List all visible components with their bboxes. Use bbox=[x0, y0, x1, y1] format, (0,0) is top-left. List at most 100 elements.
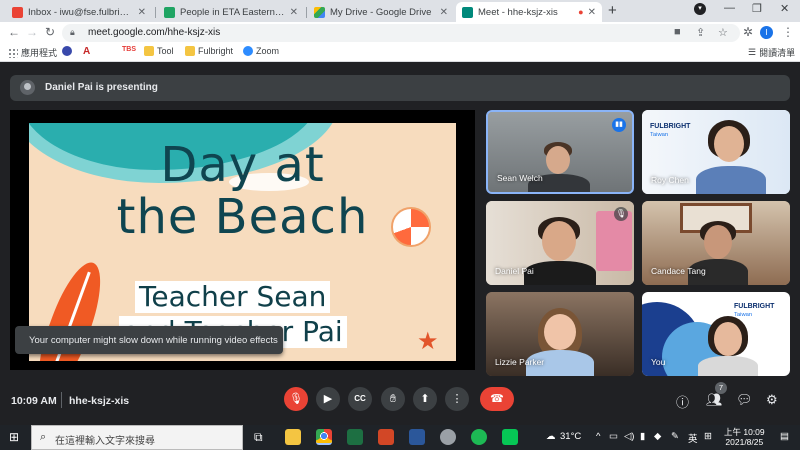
weather-text[interactable]: 31°C bbox=[560, 431, 581, 442]
bookmark-tool[interactable]: Tool bbox=[144, 46, 174, 56]
close-icon[interactable]: ✕ bbox=[290, 7, 298, 18]
bookmark-globe[interactable] bbox=[62, 46, 75, 56]
browser-toolbar: ← → ↻ 🔒︎ meet.google.com/hhe-ksjz-xis ■ … bbox=[0, 22, 800, 44]
network-icon[interactable]: ▭ bbox=[609, 431, 618, 442]
menu-icon[interactable]: ⋮ bbox=[782, 25, 794, 39]
app-icon[interactable] bbox=[440, 429, 456, 445]
bookmark-tbs[interactable]: TBS bbox=[122, 46, 136, 53]
tab-search-icon[interactable]: ▾ bbox=[694, 3, 706, 15]
powerpoint-icon[interactable] bbox=[378, 429, 394, 445]
camera-icon[interactable]: ■ bbox=[674, 26, 681, 38]
dropbox-icon[interactable]: ◆ bbox=[654, 431, 661, 442]
bookmark-fulbright[interactable]: Fulbright bbox=[185, 46, 233, 56]
more-options-button[interactable]: ⋮ bbox=[445, 387, 469, 411]
participant-tile[interactable]: Candace Tang bbox=[642, 201, 790, 285]
participant-name: Roy Chen bbox=[651, 175, 689, 185]
activities-icon[interactable]: ⚙ bbox=[766, 392, 778, 408]
mic-toggle-button[interactable]: 🎙︎ bbox=[284, 387, 308, 411]
lock-icon[interactable]: 🔒︎ bbox=[70, 27, 75, 38]
tab-drive[interactable]: My Drive - Google Drive ✕ bbox=[308, 2, 454, 22]
captions-button[interactable]: CC bbox=[348, 387, 372, 411]
participant-name: Candace Tang bbox=[651, 266, 706, 276]
leave-call-button[interactable]: ☎ bbox=[480, 387, 514, 411]
pen-icon[interactable]: ✎ bbox=[671, 431, 679, 442]
recording-icon: ● bbox=[578, 7, 584, 17]
fulbright-logo-text: FULBRIGHT bbox=[650, 123, 691, 130]
bookmark-label: Tool bbox=[157, 46, 174, 56]
bookmark-a[interactable]: A bbox=[83, 46, 90, 57]
info-icon[interactable]: ⓘ bbox=[676, 392, 689, 411]
battery-icon[interactable]: ▮ bbox=[640, 431, 645, 442]
participant-tile[interactable]: FULBRIGHT Taiwan You bbox=[642, 292, 790, 376]
search-placeholder: 在這裡輸入文字來搜尋 bbox=[55, 436, 155, 447]
present-button[interactable]: ⬆ bbox=[413, 387, 437, 411]
clock-date: 2021/8/25 bbox=[725, 437, 764, 447]
star-icon[interactable]: ☆ bbox=[718, 26, 728, 39]
weather-icon[interactable]: ☁ bbox=[546, 431, 556, 442]
speaking-indicator-icon: ▮▮ bbox=[612, 118, 626, 132]
word-icon[interactable] bbox=[409, 429, 425, 445]
people-icon[interactable]: 👥︎ bbox=[706, 392, 723, 408]
ime-indicator[interactable]: 英 bbox=[688, 431, 698, 445]
meet-call: Daniel Pai is presenting Day at the Beac… bbox=[0, 62, 800, 425]
address-bar[interactable]: 🔒︎ meet.google.com/hhe-ksjz-xis ■ ⇪ ☆ bbox=[62, 24, 740, 42]
participant-tile[interactable]: ▮▮ Sean Welch bbox=[486, 110, 634, 194]
reading-list-icon: ☰ bbox=[748, 47, 757, 57]
file-explorer-icon[interactable] bbox=[285, 429, 301, 445]
close-window-button[interactable]: ✕ bbox=[780, 2, 789, 15]
taskbar-clock[interactable]: 上午 10:09 2021/8/25 bbox=[724, 427, 765, 447]
new-tab-button[interactable]: + bbox=[608, 2, 617, 19]
reading-list[interactable]: ☰ 閱讀清單 bbox=[748, 46, 795, 59]
tab-meet[interactable]: Meet - hhe-ksjz-xis ● ✕ bbox=[456, 2, 602, 22]
presenting-banner: Daniel Pai is presenting bbox=[10, 75, 790, 101]
performance-toast: Your computer might slow down while runn… bbox=[15, 326, 283, 354]
tbs-icon: TBS bbox=[122, 46, 136, 53]
notifications-icon[interactable]: ▤ bbox=[780, 431, 789, 442]
close-icon[interactable]: ✕ bbox=[588, 7, 596, 18]
present-icon: ⬆ bbox=[420, 393, 430, 405]
fulbright-logo-subtext: Taiwan bbox=[650, 132, 669, 138]
profile-avatar[interactable]: I bbox=[760, 26, 773, 39]
starfish-image: ★ bbox=[417, 328, 439, 355]
volume-icon[interactable]: ◁) bbox=[624, 431, 634, 442]
bookmark-zoom[interactable]: Zoom bbox=[243, 46, 279, 56]
meet-icon bbox=[462, 6, 473, 18]
participant-name: Lizzie Parker bbox=[495, 357, 545, 367]
forward-icon[interactable]: → bbox=[26, 25, 38, 39]
reload-icon[interactable]: ↻ bbox=[45, 25, 55, 39]
mic-off-icon: 🎙︎ bbox=[289, 393, 303, 405]
tray-chevron-icon[interactable]: ^ bbox=[596, 431, 600, 442]
extensions-icon[interactable]: ✲ bbox=[743, 25, 753, 39]
fulbright-logo: FULBRIGHT Taiwan bbox=[734, 302, 774, 320]
raise-hand-button[interactable]: ✋︎ bbox=[381, 387, 405, 411]
presenting-text: Daniel Pai is presenting bbox=[45, 82, 158, 93]
line-icon[interactable] bbox=[502, 429, 518, 445]
participant-tile[interactable]: Lizzie Parker bbox=[486, 292, 634, 376]
camera-toggle-button[interactable]: ▶ bbox=[316, 387, 340, 411]
ime-mode-icon[interactable]: ⊞ bbox=[704, 431, 712, 442]
meeting-code: hhe-ksjz-xis bbox=[69, 395, 130, 407]
close-icon[interactable]: ✕ bbox=[138, 7, 146, 18]
chat-icon[interactable]: 💬︎ bbox=[736, 392, 753, 408]
tab-title: Meet - hhe-ksjz-xis bbox=[478, 6, 558, 18]
participant-tile[interactable]: FULBRIGHT Taiwan Roy Chen bbox=[642, 110, 790, 194]
close-icon[interactable]: ✕ bbox=[440, 7, 448, 18]
share-icon[interactable]: ⇪ bbox=[696, 26, 705, 39]
hand-icon: ✋︎ bbox=[389, 393, 397, 405]
windows-start-icon[interactable]: ⊞ bbox=[9, 430, 19, 444]
url-text[interactable]: meet.google.com/hhe-ksjz-xis bbox=[88, 27, 220, 38]
taskbar-search-input[interactable]: ⌕ 在這裡輸入文字來搜尋 bbox=[31, 425, 243, 450]
participant-tile[interactable]: 🎙︎ Daniel Pai bbox=[486, 201, 634, 285]
fulbright-logo: FULBRIGHT Taiwan bbox=[650, 122, 690, 140]
tab-gmail[interactable]: Inbox - iwu@fse.fulbright.org.t ✕ bbox=[6, 2, 152, 22]
minimize-button[interactable]: — bbox=[724, 2, 735, 14]
participant-name: Daniel Pai bbox=[495, 266, 534, 276]
maximize-button[interactable]: ❐ bbox=[752, 2, 762, 15]
tab-sheets[interactable]: People in ETA Eastern Region ✕ bbox=[158, 2, 304, 22]
bookmark-apps[interactable]: 應用程式 bbox=[8, 46, 57, 59]
excel-icon[interactable] bbox=[347, 429, 363, 445]
task-view-icon[interactable]: ⧉ bbox=[254, 430, 263, 445]
back-icon[interactable]: ← bbox=[8, 25, 20, 39]
spotify-icon[interactable] bbox=[471, 429, 487, 445]
chrome-icon[interactable] bbox=[316, 429, 332, 445]
